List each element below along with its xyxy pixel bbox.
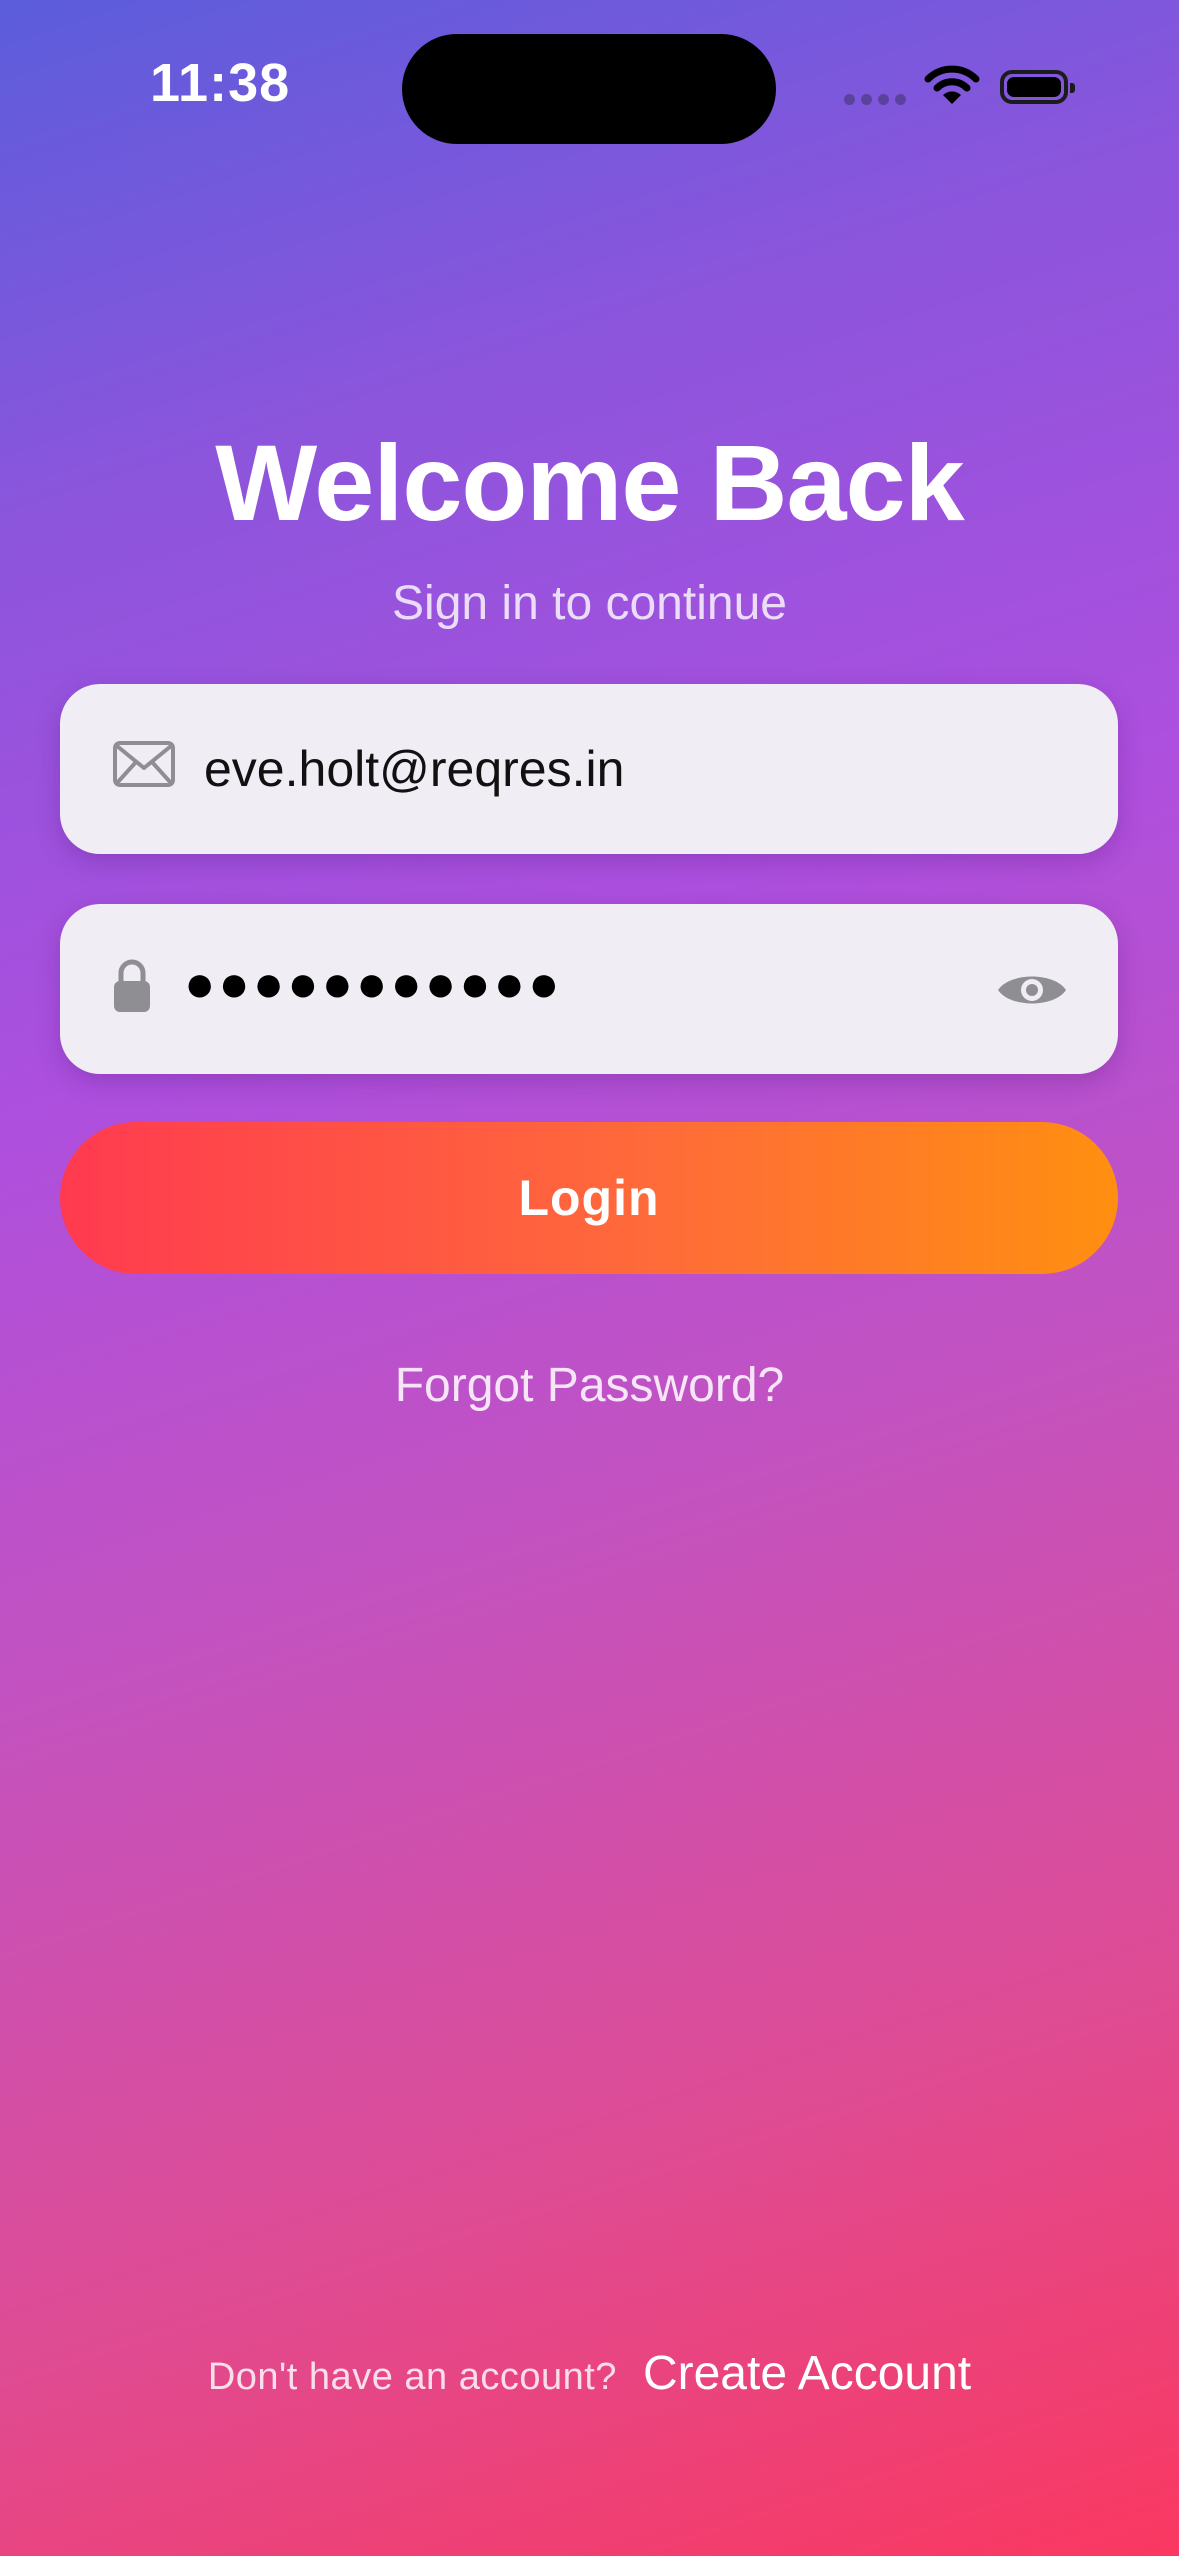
status-icons: [844, 62, 1084, 112]
signup-prompt: Don't have an account?: [207, 2356, 617, 2398]
page-title: Welcome Back: [215, 422, 964, 543]
signal-icon: [844, 94, 906, 105]
signup-footer: Don't have an account? Create Account: [0, 2346, 1179, 2401]
create-account-link[interactable]: Create Account: [643, 2346, 971, 2401]
login-button[interactable]: Login: [60, 1122, 1118, 1274]
envelope-icon: [113, 741, 175, 787]
email-field[interactable]: eve.holt@reqres.in: [60, 684, 1118, 854]
forgot-password-link[interactable]: Forgot Password?: [0, 1358, 1179, 1413]
password-field[interactable]: ●●●●●●●●●●●: [60, 904, 1118, 1074]
password-input-value[interactable]: ●●●●●●●●●●●: [184, 954, 563, 1014]
page-subtitle: Sign in to continue: [392, 577, 787, 630]
email-input-value[interactable]: eve.holt@reqres.in: [204, 740, 624, 798]
status-time: 11:38: [150, 53, 291, 113]
wifi-icon: [924, 65, 980, 104]
dynamic-island: [402, 34, 776, 144]
lock-icon: [114, 959, 150, 1012]
eye-icon[interactable]: [996, 968, 1068, 1012]
battery-icon: [1000, 70, 1075, 104]
